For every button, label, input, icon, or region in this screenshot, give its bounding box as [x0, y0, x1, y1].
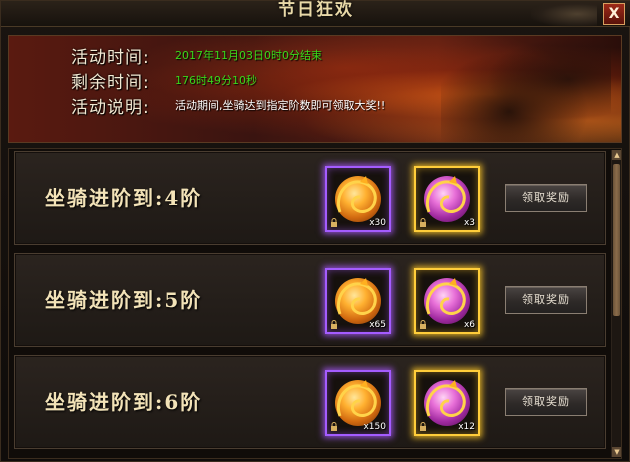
item-quantity: x12 [458, 422, 475, 432]
reward-item-slot[interactable]: x12 [414, 370, 480, 436]
lock-icon [331, 422, 337, 431]
item-quantity: x30 [369, 218, 386, 228]
reward-row-title: 坐骑进阶到:5阶 [45, 288, 203, 312]
reward-row-title: 坐骑进阶到:4阶 [45, 186, 203, 210]
dragon-coil-icon [426, 278, 466, 315]
item-quantity: x3 [463, 218, 475, 228]
arrow-up-icon[interactable]: ▲ [612, 150, 621, 160]
event-description-label: 活动说明: [71, 98, 150, 118]
reward-item-slot[interactable]: x30 [325, 166, 391, 232]
reward-item-slot[interactable]: x3 [414, 166, 480, 232]
dragon-coil-icon [426, 380, 466, 417]
reward-list: 坐骑进阶到:4阶 x30 x3 领取奖励 坐骑进阶到:5阶 x65 x6 领取奖… [8, 148, 622, 459]
scroll-thumb[interactable] [613, 164, 620, 316]
event-time-label: 活动时间: [71, 48, 150, 68]
reward-item-slot[interactable]: x6 [414, 268, 480, 334]
title-ornament-icon [531, 1, 597, 27]
item-quantity: x65 [369, 320, 386, 330]
title-bar: 节日狂欢 X [1, 0, 630, 27]
reward-row: 坐骑进阶到:4阶 x30 x3 领取奖励 [14, 151, 606, 245]
event-banner: 活动时间: 2017年11月03日0时0分结束 剩余时间: 176时49分10秒… [8, 35, 622, 143]
dragon-coil-icon [337, 278, 377, 315]
lock-icon [420, 218, 426, 227]
remaining-time-value: 176时49分10秒 [175, 74, 257, 87]
event-description-value: 活动期间,坐骑达到指定阶数即可领取大奖!! [175, 99, 386, 112]
arrow-down-icon[interactable]: ▼ [612, 447, 621, 457]
lock-icon [420, 320, 426, 329]
reward-row: 坐骑进阶到:6阶 x150 x12 领取奖励 [14, 355, 606, 449]
close-button[interactable]: X [603, 3, 625, 25]
reward-row-title: 坐骑进阶到:6阶 [45, 390, 203, 414]
claim-reward-button[interactable]: 领取奖励 [505, 184, 587, 212]
vertical-scrollbar[interactable]: ▲ ▼ [611, 150, 621, 457]
reward-item-slot[interactable]: x65 [325, 268, 391, 334]
claim-reward-button[interactable]: 领取奖励 [505, 286, 587, 314]
lock-icon [331, 218, 337, 227]
festival-carnival-window: 节日狂欢 X 活动时间: 2017年11月03日0时0分结束 剩余时间: 176… [0, 0, 630, 462]
item-quantity: x6 [463, 320, 475, 330]
lock-icon [331, 320, 337, 329]
reward-item-slot[interactable]: x150 [325, 370, 391, 436]
remaining-time-label: 剩余时间: [71, 73, 150, 93]
dragon-coil-icon [426, 176, 466, 213]
lock-icon [420, 422, 426, 431]
reward-row: 坐骑进阶到:5阶 x65 x6 领取奖励 [14, 253, 606, 347]
event-time-value: 2017年11月03日0时0分结束 [175, 49, 322, 62]
dragon-coil-icon [337, 380, 377, 417]
dragon-coil-icon [337, 176, 377, 213]
claim-reward-button[interactable]: 领取奖励 [505, 388, 587, 416]
dragon-rider-artwork [441, 36, 611, 142]
item-quantity: x150 [363, 422, 386, 432]
